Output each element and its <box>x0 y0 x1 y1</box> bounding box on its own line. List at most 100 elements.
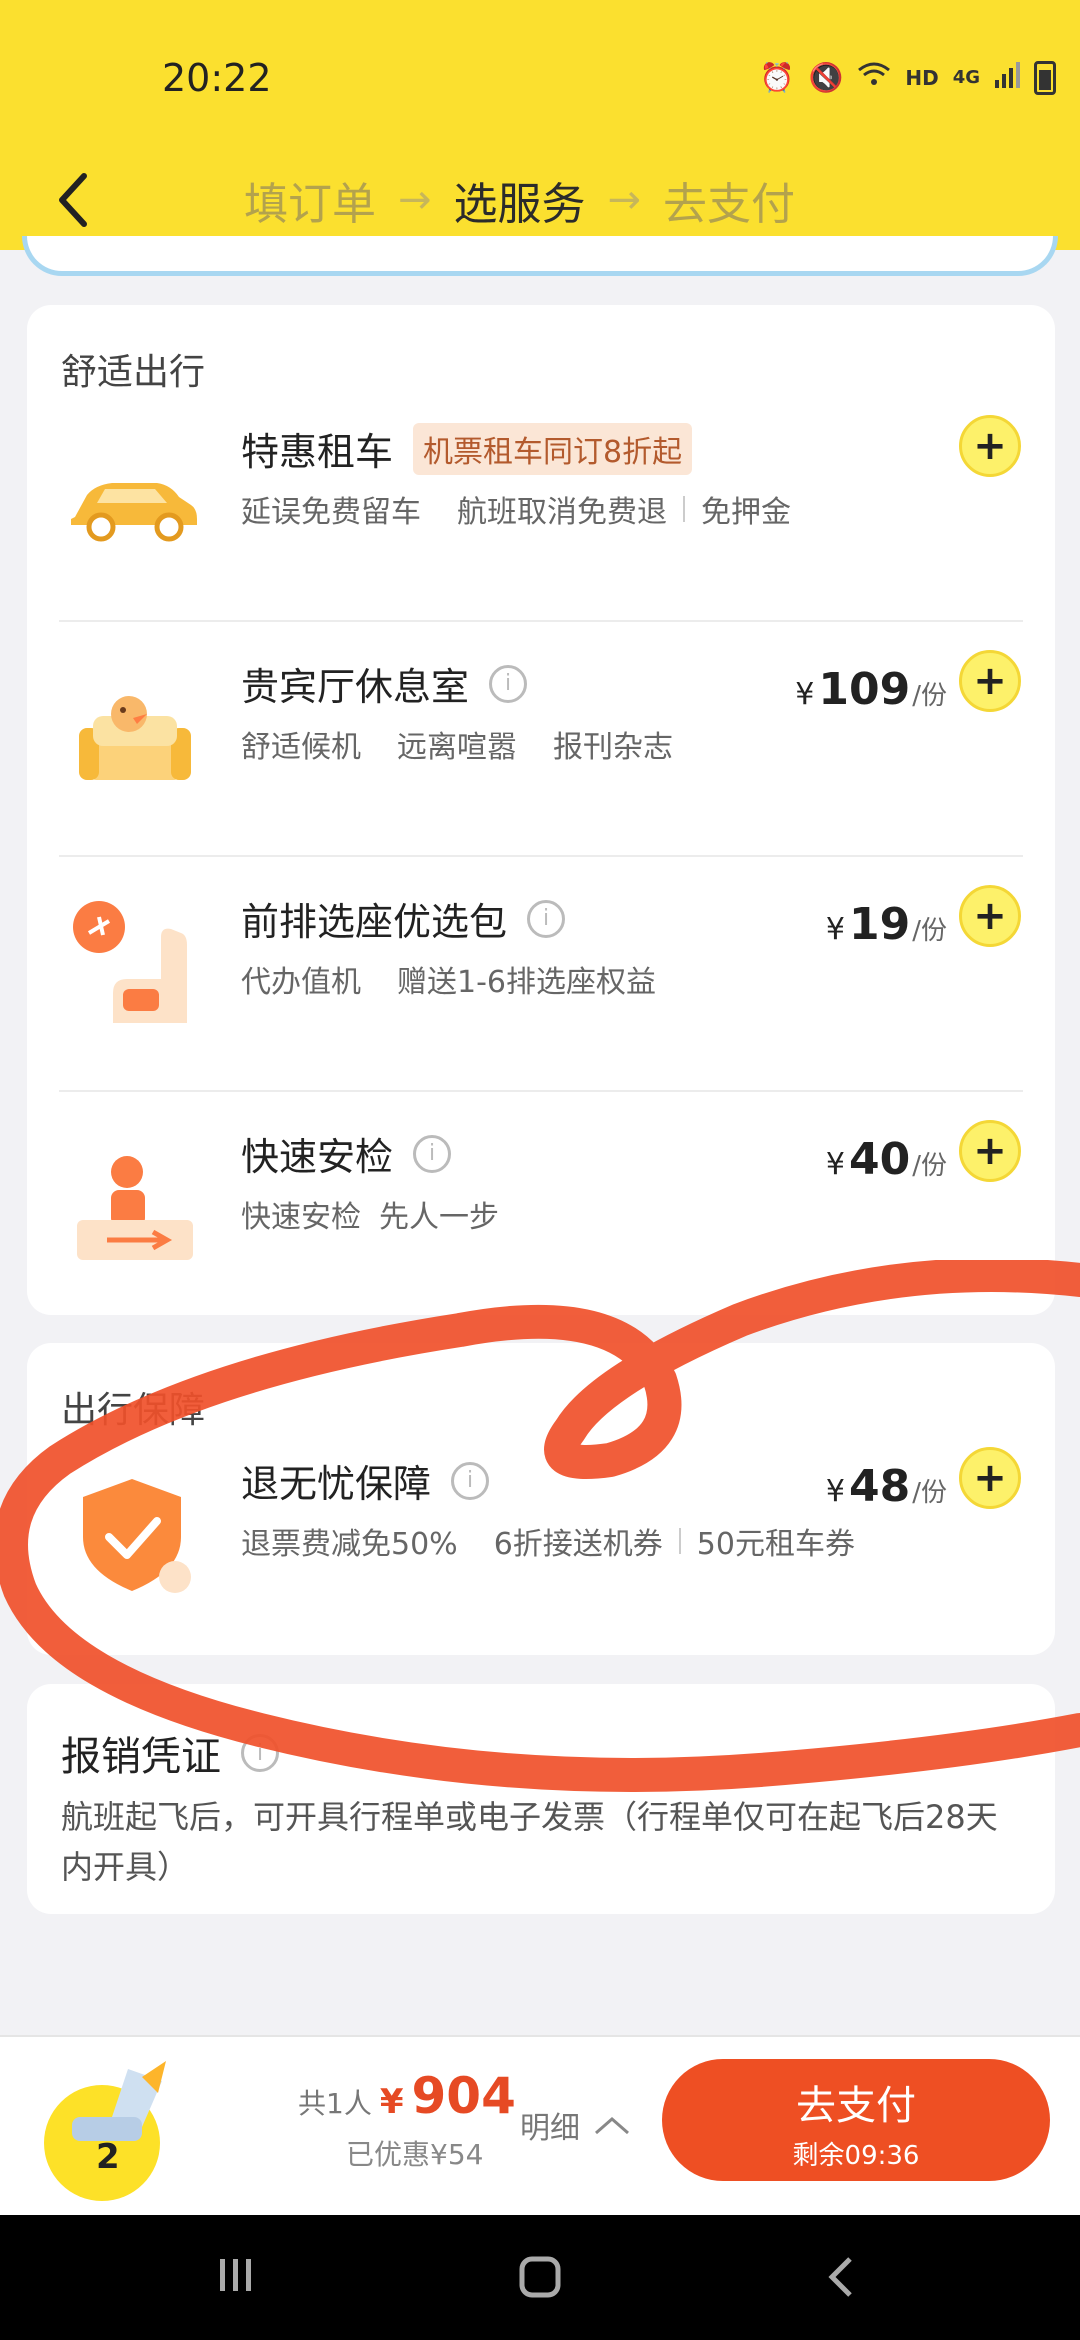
service-name-row: 贵宾厅休息室 i <box>241 656 528 711</box>
info-icon[interactable]: i <box>413 1134 452 1173</box>
step-pay: 去支付 <box>663 179 796 230</box>
add-button[interactable]: + <box>959 1447 1021 1509</box>
total-amount: 904 <box>411 2067 516 2125</box>
currency-symbol: ¥ <box>795 677 815 712</box>
feature-text: 快速安检 <box>241 1200 361 1235</box>
feature-text: 赠送1-6排选座权益 <box>397 965 656 1000</box>
price-amount: 19 <box>849 899 911 950</box>
service-item-vip-lounge[interactable]: 贵宾厅休息室 i 舒适候机 远离喧嚣 报刊杂志 ¥ 109 /份 + <box>27 622 1055 857</box>
chevron-left-icon <box>59 173 87 227</box>
reimbursement-description: 航班起飞后，可开具行程单或电子发票（行程单仅可在起飞后28天内开具） <box>61 1798 998 1886</box>
step-navbar: 填订单 → 选服务 → 去支付 <box>0 150 1080 250</box>
car-icon <box>57 427 207 577</box>
reimbursement-title: 报销凭证 <box>61 1734 221 1780</box>
step-select-service: 选服务 <box>453 179 586 230</box>
back-nav-button[interactable] <box>822 2253 862 2312</box>
service-name-row: 退无忧保障 i <box>241 1453 490 1508</box>
shield-icon <box>57 1459 207 1609</box>
currency-symbol: ¥ <box>379 2082 404 2122</box>
feature-text: 远离喧嚣 <box>397 730 517 765</box>
service-features: 代办值机 赠送1-6排选座权益 <box>241 957 656 1001</box>
currency-symbol: ¥ <box>825 1147 845 1182</box>
divider <box>678 1528 681 1554</box>
signal-label: 4G <box>952 67 980 88</box>
feature-text: 退票费减免50% <box>241 1527 458 1562</box>
price-unit: /份 <box>912 1478 947 1508</box>
seat-badge-icon <box>44 2061 166 2201</box>
feature-text: 舒适候机 <box>241 730 361 765</box>
travel-protection-card: 出行保障 退无忧保障 i 退票费减免50% 6折接送机券 50元租车券 ¥ 48… <box>27 1343 1055 1655</box>
service-name: 快速安检 <box>241 1135 394 1179</box>
feature-text: 6折接送机券 <box>493 1527 663 1562</box>
seat-selection-badge[interactable] <box>42 2057 172 2207</box>
info-icon[interactable]: i <box>451 1461 490 1500</box>
add-button[interactable]: + <box>959 885 1021 947</box>
passenger-count: 共1人 <box>298 2087 372 2120</box>
feature-text: 免押金 <box>701 495 791 530</box>
service-name: 贵宾厅休息室 <box>241 665 470 709</box>
service-features: 延误免费留车 航班取消免费退 免押金 <box>241 487 791 531</box>
price-unit: /份 <box>912 681 947 711</box>
comfort-travel-card: 舒适出行 特惠租车 机票租车同订8折起 延误免费留车 航班取消免费退 免押金 + <box>27 305 1055 1315</box>
security-check-icon <box>57 1132 207 1282</box>
service-item-refund-protection[interactable]: 退无忧保障 i 退票费减免50% 6折接送机券 50元租车券 ¥ 48 /份 + <box>27 1419 1055 1654</box>
service-price: ¥ 19 /份 <box>826 899 947 950</box>
currency-symbol: ¥ <box>825 1474 845 1509</box>
service-price: ¥ 48 /份 <box>826 1461 947 1512</box>
status-bar: 20:22 ⏰ 🔇 HD 4G <box>0 0 1080 140</box>
recent-apps-button[interactable] <box>214 2253 258 2308</box>
feature-text: 代办值机 <box>241 965 361 1000</box>
home-button[interactable] <box>516 2253 564 2312</box>
add-button[interactable]: + <box>959 1120 1021 1182</box>
feature-text: 报刊杂志 <box>553 730 673 765</box>
service-item-car-rental[interactable]: 特惠租车 机票租车同订8折起 延误免费留车 航班取消免费退 免押金 + <box>27 387 1055 622</box>
back-icon <box>828 2257 852 2297</box>
clock: 20:22 <box>162 56 272 100</box>
pay-button[interactable]: 去支付 剩余09:36 <box>662 2059 1050 2181</box>
feature-text: 先人一步 <box>379 1200 499 1235</box>
promo-tag: 机票租车同订8折起 <box>413 422 693 475</box>
previous-card-edge <box>22 236 1058 276</box>
service-name: 前排选座优选包 <box>241 900 508 944</box>
add-button[interactable]: + <box>959 650 1021 712</box>
seat-icon <box>57 897 207 1047</box>
service-item-fast-security[interactable]: 快速安检 i 快速安检 先人一步 ¥ 40 /份 + <box>27 1092 1055 1327</box>
discount-text: 已优惠¥54 <box>346 2138 484 2171</box>
signal-icon <box>994 60 1020 95</box>
feature-text: 延误免费留车 <box>241 495 421 530</box>
price-amount: 40 <box>849 1134 911 1185</box>
price-detail-toggle[interactable]: 明细 <box>520 2103 632 2147</box>
pay-label: 去支付 <box>796 2083 916 2129</box>
section-title: 报销凭证 i <box>61 1724 279 1782</box>
order-steps: 填订单 → 选服务 → 去支付 <box>244 168 795 232</box>
seat-count: 2 <box>96 2137 120 2177</box>
price-amount: 48 <box>849 1461 911 1512</box>
price-unit: /份 <box>912 916 947 946</box>
home-icon <box>519 2256 561 2298</box>
info-icon[interactable]: i <box>489 664 528 703</box>
price-amount: 109 <box>818 664 911 715</box>
service-features: 退票费减免50% 6折接送机券 50元租车券 <box>241 1519 855 1563</box>
service-name-row: 前排选座优选包 i <box>241 891 566 946</box>
chevron-up-icon <box>595 2117 629 2135</box>
header: 20:22 ⏰ 🔇 HD 4G 填订单 → 选服务 → 去支付 <box>0 0 1080 250</box>
price-unit: /份 <box>912 1151 947 1181</box>
info-icon[interactable]: i <box>241 1734 279 1772</box>
service-name: 退无忧保障 <box>241 1462 432 1506</box>
reimbursement-card: 报销凭证 i 航班起飞后，可开具行程单或电子发票（行程单仅可在起飞后28天内开具… <box>27 1684 1055 1914</box>
back-button[interactable] <box>40 160 110 240</box>
checkout-bar: 2 共1人 ¥ 904 已优惠¥54 明细 去支付 剩余09:36 <box>0 2035 1080 2215</box>
total-line: 共1人 ¥ 904 <box>298 2067 516 2125</box>
info-icon[interactable]: i <box>527 899 566 938</box>
step-fill-order: 填订单 <box>244 179 376 230</box>
battery-icon <box>1034 60 1056 95</box>
service-item-front-seat[interactable]: 前排选座优选包 i 代办值机 赠送1-6排选座权益 ¥ 19 /份 + <box>27 857 1055 1092</box>
recent-apps-icon <box>220 2259 251 2291</box>
alarm-icon: ⏰ <box>759 61 795 94</box>
add-button[interactable]: + <box>959 415 1021 477</box>
service-features: 快速安检 先人一步 <box>241 1192 499 1236</box>
step-arrow-icon: → <box>607 177 642 223</box>
feature-text: 50元租车券 <box>696 1527 855 1562</box>
mute-icon: 🔇 <box>808 61 844 94</box>
remaining-time: 剩余09:36 <box>792 2141 920 2171</box>
